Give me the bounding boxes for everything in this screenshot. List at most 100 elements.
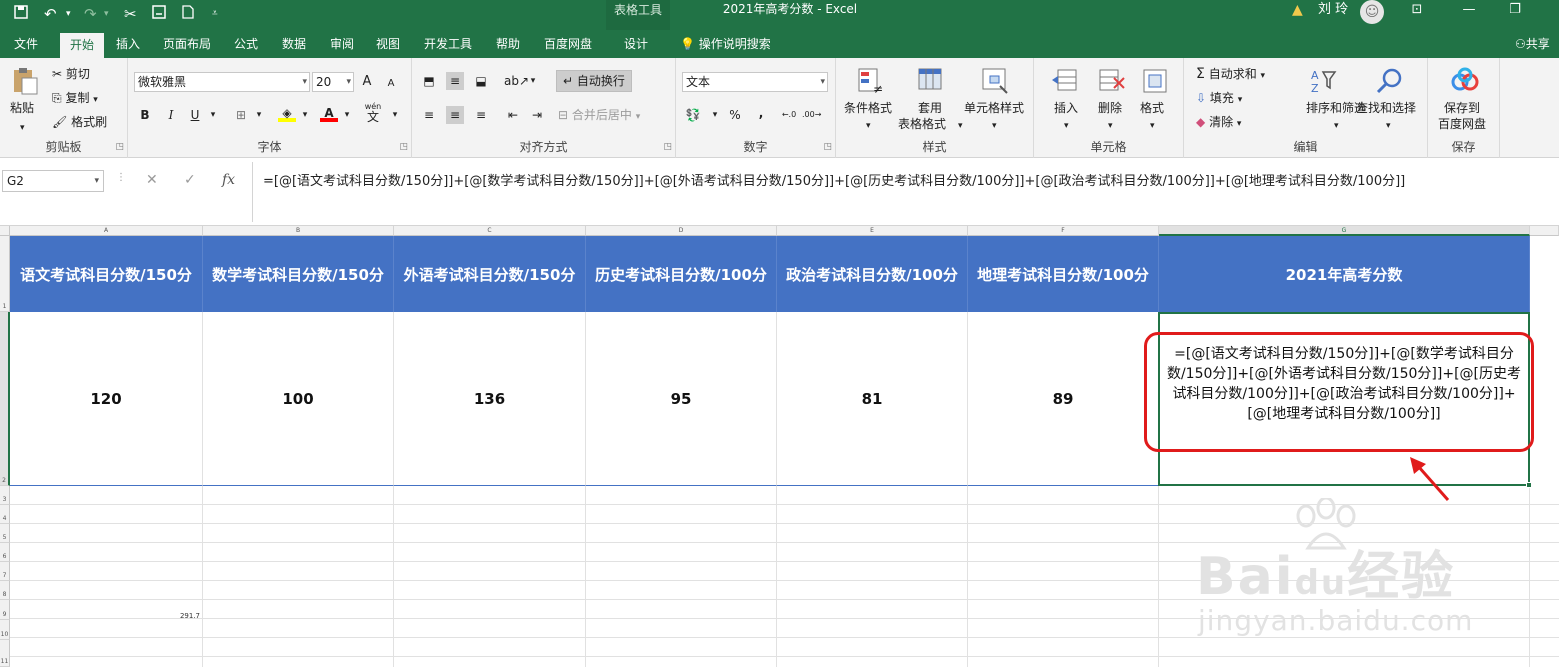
table-header-math[interactable]: 数学考试科目分数/150分 xyxy=(203,236,394,312)
cell-d2[interactable]: 95 xyxy=(586,312,777,486)
tab-review[interactable]: 审阅 xyxy=(322,30,362,58)
border-icon[interactable]: ⊞ xyxy=(232,106,250,124)
align-middle-icon[interactable]: ≡ xyxy=(446,72,464,90)
font-name-select[interactable]: 微软雅黑 ▾ xyxy=(134,72,310,92)
align-bottom-icon[interactable]: ⬓ xyxy=(472,72,490,90)
row-header-4[interactable]: 4 xyxy=(0,505,10,524)
format-cells-icon[interactable] xyxy=(1140,66,1170,96)
format-as-table-icon[interactable] xyxy=(916,66,946,96)
underline-dropdown-icon[interactable]: ▾ xyxy=(204,106,222,124)
orientation-icon[interactable]: ab↗ xyxy=(504,72,529,90)
phonetic-guide-icon[interactable]: wén 文 xyxy=(364,102,382,123)
worksheet-grid[interactable]: A B C D E F G 1 2 3 4 5 6 7 8 9 10 11 语文… xyxy=(0,226,1559,667)
comma-style-button[interactable]: , xyxy=(752,104,770,122)
cell-styles-dropdown-icon[interactable]: ▾ xyxy=(992,118,997,134)
decrease-decimal-icon[interactable]: .00→ xyxy=(802,106,821,124)
increase-decimal-icon[interactable]: ←.0 xyxy=(780,106,798,124)
more-options-icon[interactable]: ⋮ xyxy=(116,172,126,183)
delete-cells-icon[interactable] xyxy=(1096,66,1126,96)
insert-cells-button[interactable]: 插入 xyxy=(1054,100,1078,116)
align-top-icon[interactable]: ⬒ xyxy=(420,72,438,90)
font-size-select[interactable]: 20 ▾ xyxy=(312,72,354,92)
tab-developer[interactable]: 开发工具 xyxy=(416,30,480,58)
customize-qa-icon[interactable]: ⩡ xyxy=(212,4,218,24)
tab-design[interactable]: 设计 xyxy=(614,30,658,58)
sort-dropdown-icon[interactable]: ▾ xyxy=(1334,118,1339,134)
find-dropdown-icon[interactable]: ▾ xyxy=(1386,118,1391,134)
share-button[interactable]: ⚇共享 xyxy=(1515,30,1559,58)
save-as-icon[interactable] xyxy=(152,4,166,24)
insert-cells-icon[interactable] xyxy=(1050,66,1080,96)
paste-button[interactable]: 粘贴 xyxy=(10,100,34,116)
number-format-select[interactable]: 文本 ▾ xyxy=(682,72,828,92)
column-header-d[interactable]: D xyxy=(586,226,777,236)
conditional-formatting-icon[interactable]: ≠ xyxy=(856,66,886,96)
format-as-table-line1[interactable]: 套用 xyxy=(918,100,942,116)
tab-view[interactable]: 视图 xyxy=(368,30,408,58)
select-all-corner[interactable] xyxy=(0,226,10,236)
wrap-text-button[interactable]: ↵ 自动换行 xyxy=(556,70,632,92)
number-launcher-icon[interactable]: ◳ xyxy=(823,142,832,152)
row-header-5[interactable]: 5 xyxy=(0,524,10,543)
find-select-button[interactable]: 查找和选择 xyxy=(1356,100,1416,116)
minimize-icon[interactable]: — xyxy=(1454,0,1484,20)
fill-button[interactable]: ⇩ 填充 ▾ xyxy=(1196,90,1242,108)
font-color-button[interactable]: A xyxy=(320,104,338,122)
column-header-blank[interactable] xyxy=(1530,226,1559,236)
baidu-netdisk-icon[interactable] xyxy=(1450,66,1480,96)
autosum-button[interactable]: Σ 自动求和 ▾ xyxy=(1196,66,1265,84)
column-header-f[interactable]: F xyxy=(968,226,1159,236)
clear-button[interactable]: ◆ 清除 ▾ xyxy=(1196,114,1241,132)
bold-button[interactable]: B xyxy=(136,106,154,124)
row-header-1[interactable]: 1 xyxy=(0,236,10,312)
save-to-netdisk-line1[interactable]: 保存到 xyxy=(1444,100,1480,116)
cell-a2[interactable]: 120 xyxy=(10,312,203,486)
save-icon[interactable] xyxy=(14,4,28,24)
paste-dropdown-icon[interactable]: ▾ xyxy=(20,120,25,136)
table-header-politics[interactable]: 政治考试科目分数/100分 xyxy=(777,236,968,312)
percent-style-button[interactable]: % xyxy=(726,106,744,124)
column-header-c[interactable]: C xyxy=(394,226,586,236)
fill-color-icon[interactable]: ◈ xyxy=(278,104,296,122)
row-header-6[interactable]: 6 xyxy=(0,543,10,562)
save-to-netdisk-line2[interactable]: 百度网盘 xyxy=(1438,116,1486,132)
cut-qa-icon[interactable]: ✂ xyxy=(124,4,137,24)
user-avatar[interactable]: ☺ xyxy=(1360,0,1384,24)
format-cells-button[interactable]: 格式 xyxy=(1140,100,1164,116)
row-header-7[interactable]: 7 xyxy=(0,562,10,581)
delete-dropdown-icon[interactable]: ▾ xyxy=(1108,118,1113,134)
tab-data[interactable]: 数据 xyxy=(274,30,314,58)
grow-font-button[interactable]: A xyxy=(358,73,376,91)
increase-indent-icon[interactable]: ⇥ xyxy=(528,106,546,124)
insert-dropdown-icon[interactable]: ▾ xyxy=(1064,118,1069,134)
align-center-icon[interactable]: ≡ xyxy=(446,106,464,124)
orientation-dropdown-icon[interactable]: ▾ xyxy=(524,72,542,90)
cut-button[interactable]: ✂ 剪切 xyxy=(52,66,90,82)
alignment-launcher-icon[interactable]: ◳ xyxy=(663,142,672,152)
tab-file[interactable]: 文件 xyxy=(4,30,48,58)
underline-button[interactable]: U xyxy=(186,106,204,124)
row-header-3[interactable]: 3 xyxy=(0,486,10,505)
name-box[interactable]: G2 ▾ xyxy=(2,170,104,192)
tab-baidu-netdisk[interactable]: 百度网盘 xyxy=(536,30,600,58)
row-header-9[interactable]: 9 xyxy=(0,600,10,620)
cell-styles-icon[interactable] xyxy=(980,66,1010,96)
italic-button[interactable]: I xyxy=(162,106,180,124)
table-header-history[interactable]: 历史考试科目分数/100分 xyxy=(586,236,777,312)
copy-button[interactable]: ⎘ 复制 ▾ xyxy=(52,90,98,108)
redo-icon[interactable]: ↷ xyxy=(84,4,97,24)
user-name[interactable]: 刘 玲 xyxy=(1318,0,1348,20)
cell-e2[interactable]: 81 xyxy=(777,312,968,486)
table-header-foreign-lang[interactable]: 外语考试科目分数/150分 xyxy=(394,236,586,312)
conditional-formatting-button[interactable]: 条件格式 xyxy=(844,100,892,116)
phonetic-dropdown-icon[interactable]: ▾ xyxy=(386,106,404,124)
cancel-icon[interactable]: ✕ xyxy=(146,172,158,188)
table-header-total[interactable]: 2021年高考分数 xyxy=(1159,236,1530,312)
font-launcher-icon[interactable]: ◳ xyxy=(399,142,408,152)
insert-function-icon[interactable]: fx xyxy=(222,172,235,188)
enter-icon[interactable]: ✓ xyxy=(184,172,196,188)
table-header-geography[interactable]: 地理考试科目分数/100分 xyxy=(968,236,1159,312)
redo-dropdown-icon[interactable]: ▾ xyxy=(104,4,109,24)
format-painter-button[interactable]: 🖌 格式刷 xyxy=(52,114,107,130)
accounting-format-icon[interactable]: 💱 xyxy=(684,106,702,124)
